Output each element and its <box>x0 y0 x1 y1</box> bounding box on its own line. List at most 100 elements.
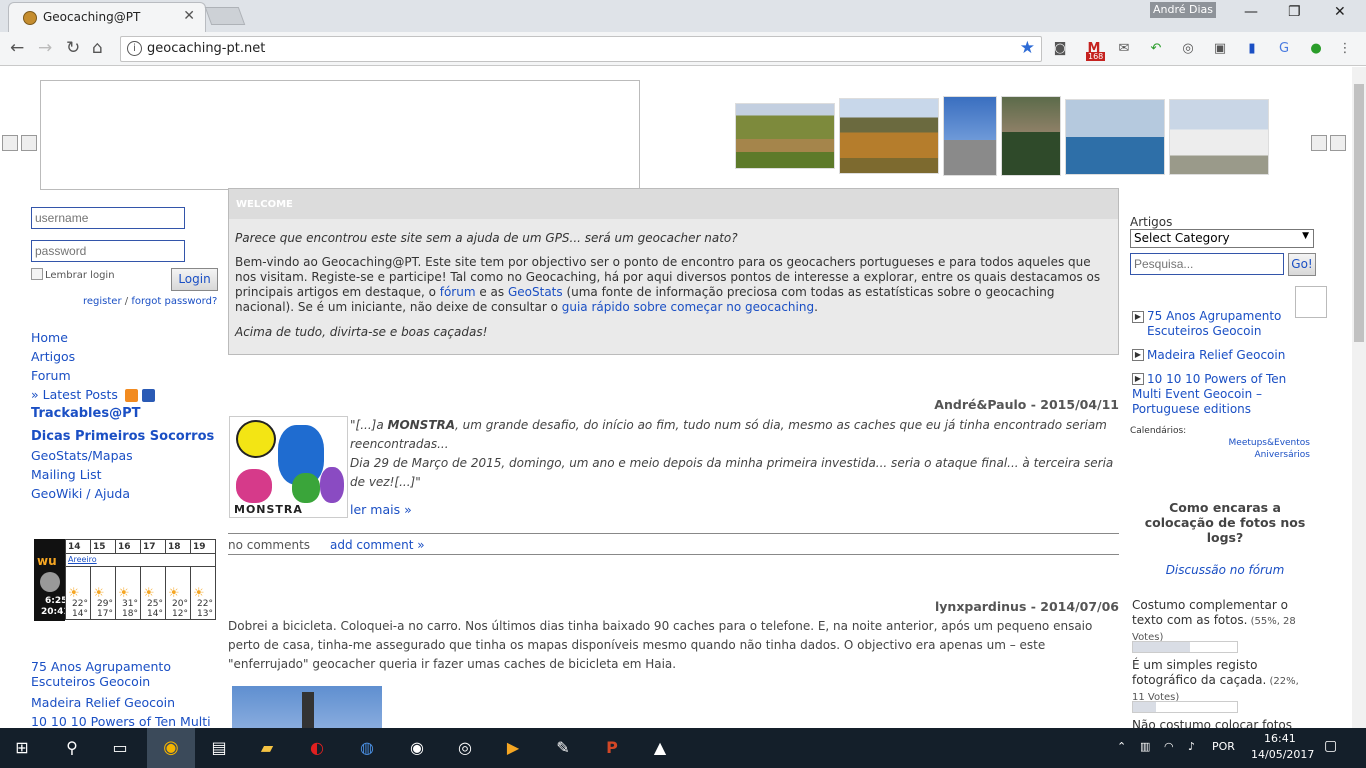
restore-icon[interactable]: ❐ <box>1288 4 1301 20</box>
back-icon[interactable]: ← <box>10 38 24 58</box>
sun-icon: ☀ <box>168 586 180 601</box>
right-link-geocoin-75[interactable]: 75 Anos Agrupamento Escuteiros Geocoin <box>1147 309 1281 338</box>
nav-geostats[interactable]: GeoStats/Mapas <box>31 446 221 465</box>
search-input[interactable] <box>1130 253 1284 275</box>
forgot-password-link[interactable]: forgot password? <box>131 296 217 307</box>
quote-start: "[...]a <box>350 418 388 432</box>
category-select-value: Select Category <box>1134 231 1230 245</box>
ext-green-icon[interactable]: ● <box>1307 40 1325 58</box>
media-icon[interactable]: ▶ <box>501 736 525 760</box>
network-icon[interactable]: ▥ <box>1140 740 1150 753</box>
right-link-powers[interactable]: 10 10 10 Powers of Ten Multi Event Geoco… <box>1132 372 1286 416</box>
target-icon[interactable]: ◎ <box>453 736 477 760</box>
windows-start-icon[interactable]: ⊞ <box>10 736 34 760</box>
left-link-geocoin-75[interactable]: 75 Anos Agrupamento Escuteiros Geocoin <box>31 659 221 689</box>
wifi-icon[interactable]: ◠ <box>1164 740 1174 753</box>
read-more-link[interactable]: ler mais » <box>350 502 412 517</box>
photos-icon[interactable]: ▲ <box>648 736 672 760</box>
tab-title: Geocaching@PT <box>43 10 141 24</box>
nav-geowiki[interactable]: GeoWiki / Ajuda <box>31 484 221 503</box>
prev-image-icon-2[interactable] <box>21 135 37 151</box>
password-input[interactable] <box>31 240 185 262</box>
sun-icon: ☀ <box>118 586 130 601</box>
webcam-icon[interactable]: ◉ <box>405 736 429 760</box>
explorer-icon[interactable]: ▰ <box>255 736 279 760</box>
poll-forum-link[interactable]: Discussão no fórum <box>1140 563 1310 577</box>
menu-icon[interactable]: ⋮ <box>1336 40 1354 58</box>
weather-place[interactable]: Areeiro <box>68 555 97 564</box>
weather-widget[interactable]: wu 6:25 20:41 14 15 16 17 18 19 Areeiro … <box>34 539 217 621</box>
paint-icon[interactable]: ✎ <box>551 736 575 760</box>
clock-date[interactable]: 14/05/2017 <box>1251 748 1314 761</box>
low: 12° <box>172 609 188 619</box>
guide-link[interactable]: guia rápido sobre começar no geocaching <box>562 300 814 314</box>
volume-icon[interactable]: ♪ <box>1188 740 1195 753</box>
inbox-icon[interactable]: ✉ <box>1115 40 1133 58</box>
app-red-icon[interactable]: ◐ <box>305 736 329 760</box>
forum-link[interactable]: fórum <box>440 285 476 299</box>
sun-icon: ☀ <box>143 586 155 601</box>
calendar-anniversaries-link[interactable]: Aniversários <box>1222 450 1310 460</box>
bookmark-star-icon[interactable]: ★ <box>1020 38 1035 58</box>
calendar-meetups-link[interactable]: Meetups&Eventos <box>1222 438 1310 448</box>
left-link-powers[interactable]: 10 10 10 Powers of Ten Multi <box>31 712 221 728</box>
nav-mailing[interactable]: Mailing List <box>31 465 221 484</box>
monster-purple <box>320 467 344 503</box>
home-icon[interactable]: ⌂ <box>92 38 103 58</box>
photo-boat <box>1065 99 1165 175</box>
next-image-icon-2[interactable] <box>1330 135 1346 151</box>
nav-trackables[interactable]: Trackables@PT <box>31 404 221 423</box>
login-button[interactable]: Login <box>171 268 218 291</box>
page-scrollbar[interactable] <box>1352 67 1366 728</box>
language-indicator[interactable]: POR <box>1212 740 1235 753</box>
chrome-icon[interactable]: ◉ <box>159 736 183 760</box>
search-button[interactable]: Go! <box>1288 253 1316 276</box>
camera-icon[interactable]: ◙ <box>1051 40 1069 58</box>
left-link-madeira[interactable]: Madeira Relief Geocoin <box>31 693 221 712</box>
right-link-madeira[interactable]: Madeira Relief Geocoin <box>1147 348 1285 362</box>
prev-image-icon[interactable] <box>2 135 18 151</box>
tab-geocaching[interactable]: Geocaching@PT ✕ <box>8 2 206 32</box>
nav-artigos[interactable]: Artigos <box>31 347 221 366</box>
remember-checkbox[interactable] <box>31 268 43 280</box>
rss-blue-icon[interactable] <box>141 389 155 402</box>
day: 18 <box>165 539 191 554</box>
computer-icon[interactable]: ▤ <box>207 736 231 760</box>
nav-home[interactable]: Home <box>31 328 221 347</box>
ext-dark-icon[interactable]: ▣ <box>1211 40 1229 58</box>
earth-icon[interactable]: ◍ <box>355 736 379 760</box>
nav-dicas[interactable]: Dicas Primeiros Socorros <box>31 427 221 446</box>
translate-icon[interactable]: G <box>1275 40 1293 58</box>
scroll-thumb[interactable] <box>1354 84 1364 342</box>
nav-latest-posts[interactable]: » Latest Posts <box>31 387 118 402</box>
ext-circle-icon[interactable]: ◎ <box>1179 40 1197 58</box>
notifications-icon[interactable]: ▢ <box>1324 738 1337 754</box>
search-icon[interactable]: ⚲ <box>60 736 84 760</box>
reload-icon[interactable]: ↻ <box>66 38 80 58</box>
add-comment-link[interactable]: add comment » <box>330 538 425 552</box>
task-view-icon[interactable]: ▭ <box>108 736 132 760</box>
tab-close-icon[interactable]: ✕ <box>183 8 195 24</box>
minimize-icon[interactable]: — <box>1244 4 1258 20</box>
username-input[interactable] <box>31 207 185 229</box>
register-link[interactable]: register <box>83 296 122 307</box>
geostats-link[interactable]: GeoStats <box>508 285 563 299</box>
new-tab-button[interactable] <box>204 7 246 25</box>
forward-icon[interactable]: → <box>38 38 52 58</box>
next-image-icon[interactable] <box>1311 135 1327 151</box>
window-close-icon[interactable]: ✕ <box>1334 4 1346 20</box>
gmail-badge: 168 <box>1086 52 1106 61</box>
tray-up-icon[interactable]: ⌃ <box>1117 740 1126 753</box>
category-select[interactable]: Select Category ▼ <box>1130 229 1314 248</box>
clock-time[interactable]: 16:41 <box>1264 732 1296 745</box>
green-arrow-icon[interactable]: ↶ <box>1147 40 1165 58</box>
nav-forum[interactable]: Forum <box>31 366 221 385</box>
divider <box>228 554 1119 555</box>
profile-button[interactable]: André Dias <box>1150 2 1216 18</box>
bookmark-icon[interactable]: ▮ <box>1243 40 1261 58</box>
info-icon[interactable]: i <box>127 41 142 56</box>
remember-label: Lembrar login <box>45 270 115 281</box>
address-bar[interactable]: i geocaching-pt.net ★ <box>120 36 1042 62</box>
powerpoint-icon[interactable]: P <box>600 736 624 760</box>
rss-icon[interactable] <box>124 389 138 402</box>
